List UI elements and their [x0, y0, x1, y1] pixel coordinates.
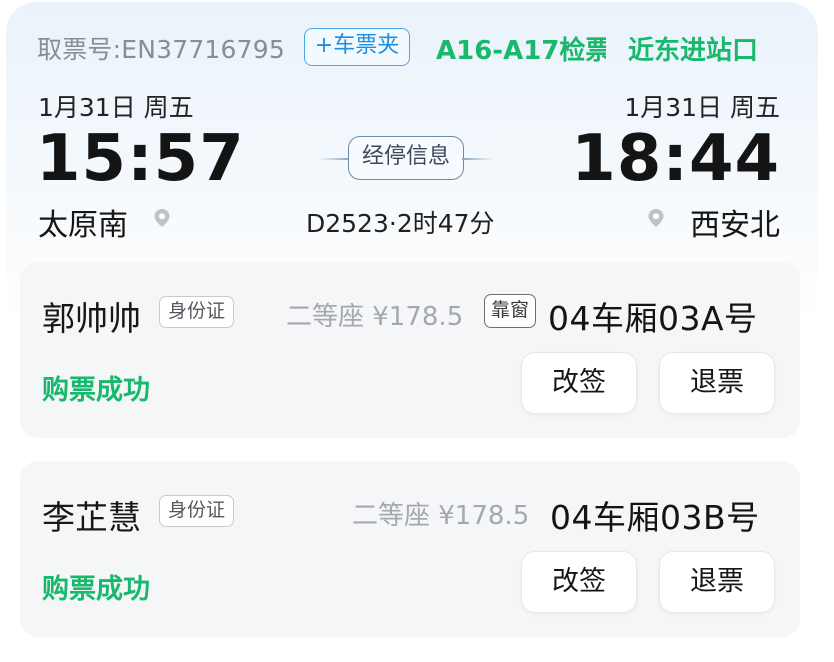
location-pin-icon[interactable]	[152, 208, 172, 228]
location-pin-icon[interactable]	[646, 208, 666, 228]
id-type-tag: 身份证	[159, 296, 235, 328]
divider-line-left	[318, 158, 350, 160]
refund-ticket-button[interactable]: 退票	[659, 551, 775, 613]
gate-info: A16-A17检票	[436, 36, 606, 66]
seat-number: 04车厢03A号	[548, 299, 758, 338]
arrival-date: 1月31日 周五	[624, 93, 780, 122]
seat-class-price: 二等座 ¥178.5	[286, 302, 464, 332]
ticket-number: 取票号:EN37716795	[37, 35, 285, 64]
id-type-tag: 身份证	[159, 495, 235, 527]
passenger-card: 郭帅帅 身份证 二等座 ¥178.5 靠窗 04车厢03A号 购票成功 改签 退…	[20, 262, 800, 438]
refund-ticket-button[interactable]: 退票	[659, 352, 775, 414]
entrance-info: 近东进站口	[628, 36, 759, 66]
add-to-ticket-folder-button[interactable]: +车票夹	[304, 28, 410, 66]
change-ticket-button[interactable]: 改签	[521, 551, 637, 613]
divider-line-right	[462, 158, 494, 160]
stop-info-button[interactable]: 经停信息	[348, 136, 464, 180]
purchase-status: 购票成功	[42, 574, 150, 605]
seat-number: 04车厢03B号	[550, 498, 760, 537]
passenger-name: 李芷慧	[42, 498, 141, 537]
train-number-duration: D2523·2时47分	[306, 209, 495, 238]
departure-station[interactable]: 太原南	[38, 200, 128, 244]
departure-date: 1月31日 周五	[38, 93, 194, 122]
passenger-card: 李芷慧 身份证 二等座 ¥178.5 04车厢03B号 购票成功 改签 退票	[20, 461, 800, 637]
ticket-page: 取票号:EN37716795 +车票夹 A16-A17检票 近东进站口 1月31…	[0, 0, 834, 662]
arrival-time: 18:44	[571, 122, 780, 196]
seat-class-price: 二等座 ¥178.5	[352, 501, 530, 531]
purchase-status: 购票成功	[42, 375, 150, 406]
stop-info-group: 经停信息	[318, 136, 494, 182]
change-ticket-button[interactable]: 改签	[521, 352, 637, 414]
departure-time: 15:57	[36, 122, 245, 196]
window-seat-tag: 靠窗	[484, 294, 537, 328]
passenger-name: 郭帅帅	[42, 299, 141, 338]
arrival-station[interactable]: 西安北	[690, 200, 780, 244]
